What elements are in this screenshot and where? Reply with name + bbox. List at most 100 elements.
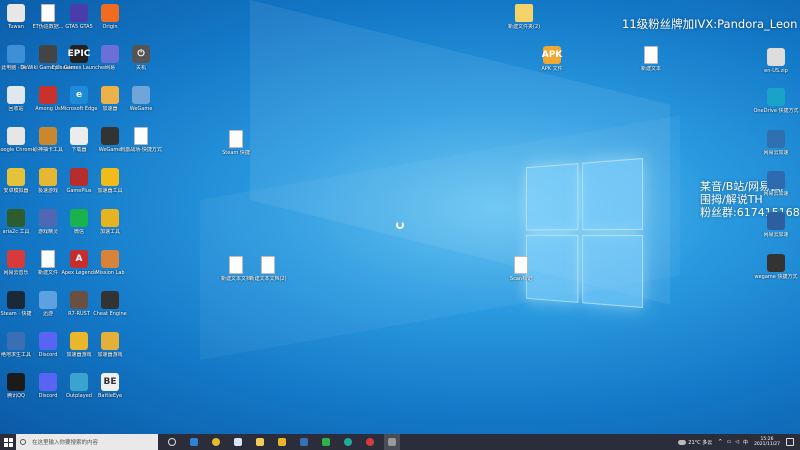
desktop-icon[interactable]: 网易云加速 [748,128,800,166]
app-icon [101,250,119,268]
app-icon [767,88,785,106]
app-icon [344,438,352,446]
taskbar-app-1[interactable] [274,434,290,450]
desktop-icon[interactable]: 新建文件夹(2) [496,2,552,40]
desktop-icon[interactable]: Mission Lab [82,248,138,286]
desktop-icon[interactable]: WeGame [113,84,169,122]
ie-icon [190,438,198,446]
desktop-icon-label: Mission Lab [95,270,125,276]
desktop-icon[interactable]: 新建文本文档(2) [240,254,296,292]
taskbar-app-4[interactable] [340,434,356,450]
app-icon [515,4,533,22]
app-icon [767,212,785,230]
desktop-icon-label: 关机 [135,65,146,71]
desktop-icon-label: 网易云加速 [763,150,789,156]
app-icon: BE [101,373,119,391]
app-icon [322,438,330,446]
desktop-icon-label: Steam 快捷 [222,150,250,156]
system-tray: 21°C 多云 ^ ▭ ◁ 中 15:26 2021/11/27 [678,434,800,450]
app-icon [767,254,785,272]
app-icon [101,168,119,186]
desktop-icon[interactable]: APK APK 文件 [524,44,580,82]
desktop-icon[interactable]: Cheat Engine [82,289,138,327]
desktop-icon-label: en-US.zip [764,68,788,74]
desktop-icon[interactable]: OneDrive 快捷方式 [748,86,800,124]
desktop-icon[interactable]: ⏻ 关机 [113,43,169,81]
app-icon [134,127,148,145]
taskbar-app-netease[interactable] [362,434,378,450]
volume-icon[interactable]: ◁ [735,439,739,445]
taskbar-app-3[interactable] [318,434,334,450]
desktop-icon-label: APK 文件 [541,66,563,72]
app-icon [132,86,150,104]
task-view-button[interactable] [164,434,180,450]
search-icon [20,439,26,445]
desktop-icon[interactable]: Scan标记 [493,254,549,292]
desktop-icon[interactable]: 网易云加速 [748,169,800,207]
app-icon: APK [542,46,562,64]
loading-cursor-icon [396,221,404,229]
desktop-icon-label: 新建文本 [640,66,661,72]
desktop-icon-label: Origin [102,24,118,30]
taskbar-app-5[interactable] [384,434,400,450]
weather-text[interactable]: 21°C 多云 [688,439,712,446]
start-button[interactable] [0,434,16,450]
app-icon [767,130,785,148]
app-icon: ⏻ [132,45,150,63]
netease-icon [366,438,374,446]
desktop-icon[interactable]: 加速器工具 [82,166,138,204]
store-icon [234,438,242,446]
tray-chevron-icon[interactable]: ^ [718,439,722,445]
taskbar-app-store[interactable] [230,434,246,450]
taskbar-search[interactable]: 在这里输入你要搜索的内容 [16,434,158,450]
desktop-icon-label: BattleEye [97,393,123,399]
desktop-icon-label: OneDrive 快捷方式 [753,108,799,114]
app-icon [514,256,528,274]
app-icon [101,291,119,309]
desktop-icon-label: wegame 快捷方式 [754,274,798,280]
desktop-icon-label: 网易云加速 [763,232,789,238]
taskbar-app-ie[interactable] [186,434,202,450]
app-icon [229,130,243,148]
desktop-icon[interactable]: 加速器游戏 [82,330,138,368]
desktop-icon-label: 新建文件夹(2) [507,24,541,30]
desktop-icon-label: WeGame [129,106,153,112]
chrome-icon [212,438,220,446]
desktop: 11级粉丝牌加IVX:Pandora_Leon 某音/B站/网易云/ 围拇/解说… [0,0,800,434]
desktop-icon[interactable]: en-US.zip [748,46,800,84]
app-icon [278,438,286,446]
taskbar-app-explorer[interactable] [252,434,268,450]
desktop-icon[interactable]: 刺激战场-快捷方式 [113,125,169,163]
app-icon [101,332,119,350]
desktop-icon-label: 刺激战场-快捷方式 [120,147,162,153]
desktop-icon[interactable]: Steam 快捷 [208,128,264,166]
app-icon [101,209,119,227]
network-icon[interactable]: ▭ [726,439,731,445]
desktop-icon[interactable]: Origin [82,2,138,40]
taskbar-app-chrome[interactable] [208,434,224,450]
taskbar-app-2[interactable] [296,434,312,450]
desktop-icon-label: 加速器游戏 [97,352,123,358]
desktop-icon-label: Cheat Engine [93,311,127,317]
taskbar: 在这里输入你要搜索的内容 21°C 多云 ^ ▭ ◁ 中 15:26 2021/… [0,434,800,450]
desktop-icon-label: 新建文本文档(2) [249,276,287,282]
weather-icon [678,439,687,445]
task-view-icon [168,438,176,446]
desktop-icon[interactable]: BE BattleEye [82,371,138,409]
folder-icon [256,438,264,446]
app-icon [261,256,275,274]
desktop-icon[interactable]: wegame 快捷方式 [748,252,800,290]
app-icon [300,438,308,446]
ime-indicator[interactable]: 中 [743,439,748,446]
desktop-icon[interactable]: 加速工具 [82,207,138,245]
desktop-icon[interactable]: 新建文本 [623,44,679,82]
app-icon [767,48,785,66]
desktop-icon-label: Scan标记 [509,276,533,282]
desktop-icon-label: 加速器工具 [97,188,123,194]
windows-icon [3,437,13,447]
desktop-icon[interactable]: 网易云加速 [748,210,800,248]
notification-icon[interactable] [786,438,794,446]
app-icon [644,46,658,64]
app-icon [101,4,119,22]
clock[interactable]: 15:26 2021/11/27 [754,437,780,447]
